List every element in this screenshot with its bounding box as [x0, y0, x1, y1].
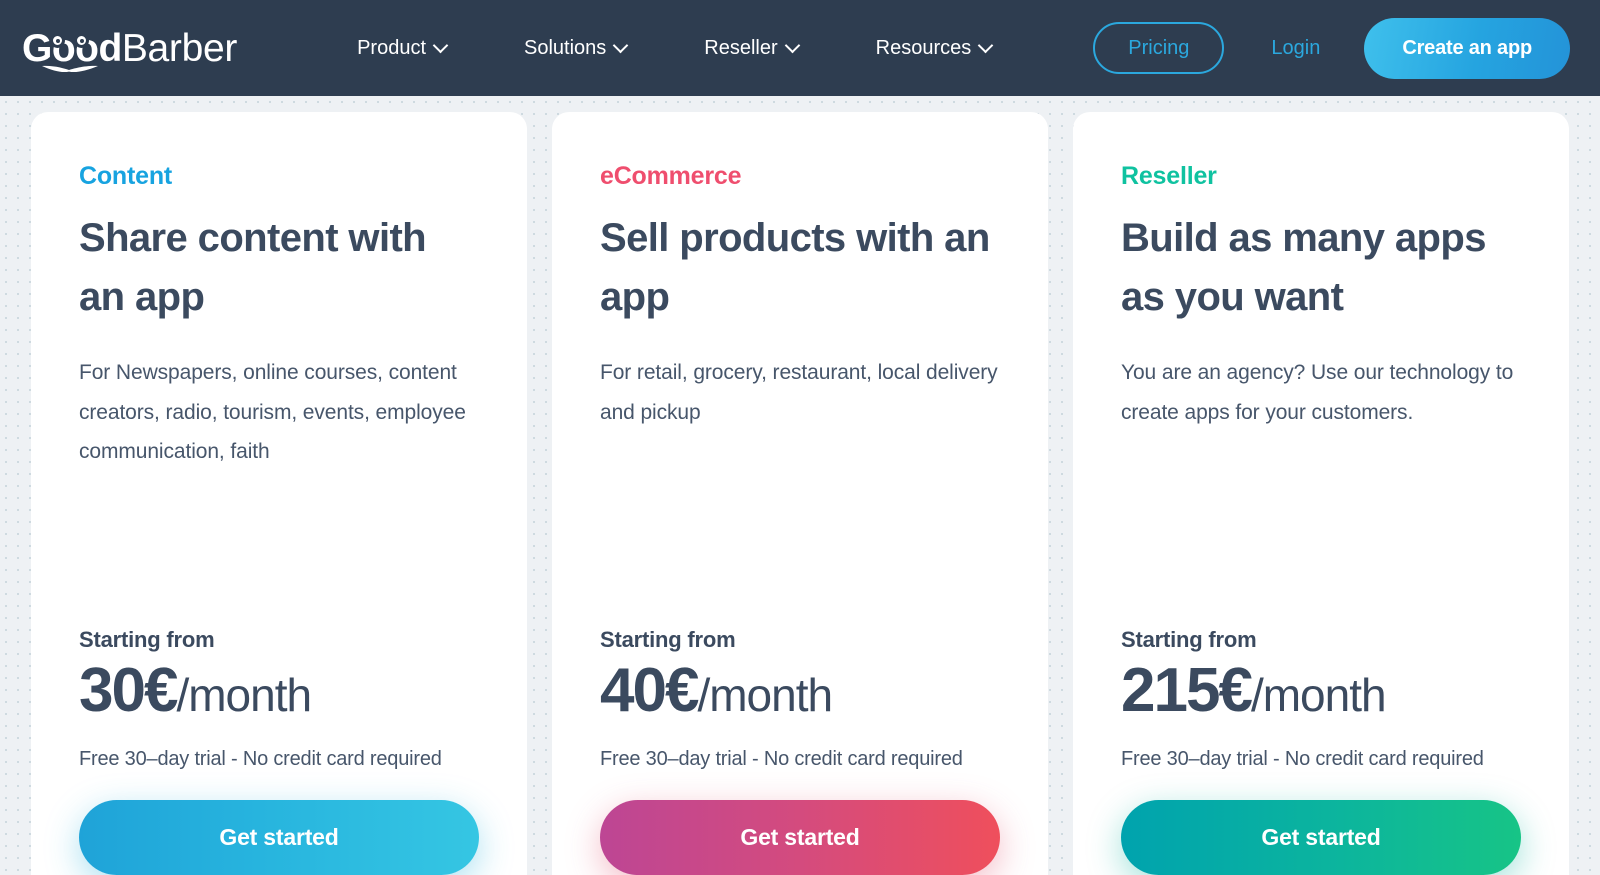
card-title: Build as many apps as you want [1121, 216, 1486, 320]
logo-wordmark: Good Barber [22, 29, 237, 68]
goodbarber-logo[interactable]: Good Barber [22, 18, 237, 78]
pricing-card-reseller: Reseller Build as many apps as you want … [1073, 112, 1569, 875]
logo-text-barber: Barber [121, 26, 238, 70]
chevron-down-icon [784, 37, 800, 53]
pricing-card-content: Content Share content with an app For Ne… [31, 112, 527, 875]
card-price-block: Starting from 215€ /month Free 30–day tr… [1121, 627, 1521, 875]
card-description: For Newspapers, online courses, content … [79, 361, 466, 463]
price-note: Free 30–day trial - No credit card requi… [600, 748, 963, 770]
get-started-button-reseller[interactable]: Get started [1121, 800, 1521, 875]
chevron-down-icon [613, 37, 629, 53]
card-title: Share content with an app [79, 216, 427, 320]
price-period: /month [176, 668, 312, 721]
card-kicker: Content [79, 162, 173, 190]
price-label: Starting from [79, 626, 215, 652]
login-link[interactable]: Login [1271, 37, 1320, 60]
card-title: Sell products with an app [600, 216, 990, 320]
get-started-button-ecommerce[interactable]: Get started [600, 800, 1000, 875]
card-description: You are an agency? Use our technology to… [1121, 361, 1514, 424]
price-row: 30€ /month [79, 655, 479, 726]
nav-item-label: Product [357, 36, 427, 59]
price-label: Starting from [600, 626, 736, 652]
nav-item-label: Resources [875, 36, 972, 59]
price-row: 215€ /month [1121, 655, 1521, 726]
nav-item-pricing[interactable]: Pricing [1093, 22, 1225, 74]
logo-text-good: Good [22, 26, 122, 70]
card-description: For retail, grocery, restaurant, local d… [600, 361, 998, 424]
chevron-down-icon [977, 37, 994, 53]
price-amount: 215€ [1121, 655, 1253, 725]
price-period: /month [1250, 668, 1387, 721]
site-header: Good Barber Product Solutions Reseller R… [0, 0, 1600, 96]
card-kicker: eCommerce [600, 162, 742, 190]
chevron-down-icon [432, 37, 449, 53]
nav-item-reseller[interactable]: Reseller [704, 27, 800, 70]
price-amount: 40€ [600, 655, 699, 725]
header-actions: Login Create an app [1271, 17, 1570, 79]
nav-item-label: Reseller [704, 36, 778, 59]
price-note: Free 30–day trial - No credit card requi… [79, 748, 442, 770]
nav-item-solutions[interactable]: Solutions [524, 27, 629, 70]
price-period: /month [697, 668, 833, 721]
create-an-app-button[interactable]: Create an app [1364, 17, 1570, 79]
price-row: 40€ /month [600, 655, 1000, 726]
card-kicker: Reseller [1121, 162, 1217, 190]
get-started-button-content[interactable]: Get started [79, 800, 479, 875]
price-note: Free 30–day trial - No credit card requi… [1121, 748, 1484, 770]
card-price-block: Starting from 40€ /month Free 30–day tri… [600, 627, 1000, 875]
price-amount: 30€ [79, 655, 178, 725]
logo-mustache-icon [42, 65, 98, 73]
pricing-cards: Content Share content with an app For Ne… [0, 96, 1600, 875]
main-navigation: Product Solutions Reseller Resources Pri… [357, 22, 1271, 74]
nav-item-product[interactable]: Product [357, 27, 449, 70]
card-price-block: Starting from 30€ /month Free 30–day tri… [79, 627, 479, 875]
nav-item-label: Solutions [524, 36, 607, 59]
pricing-card-ecommerce: eCommerce Sell products with an app For … [552, 112, 1048, 875]
nav-item-resources[interactable]: Resources [875, 27, 994, 70]
price-label: Starting from [1121, 626, 1257, 652]
